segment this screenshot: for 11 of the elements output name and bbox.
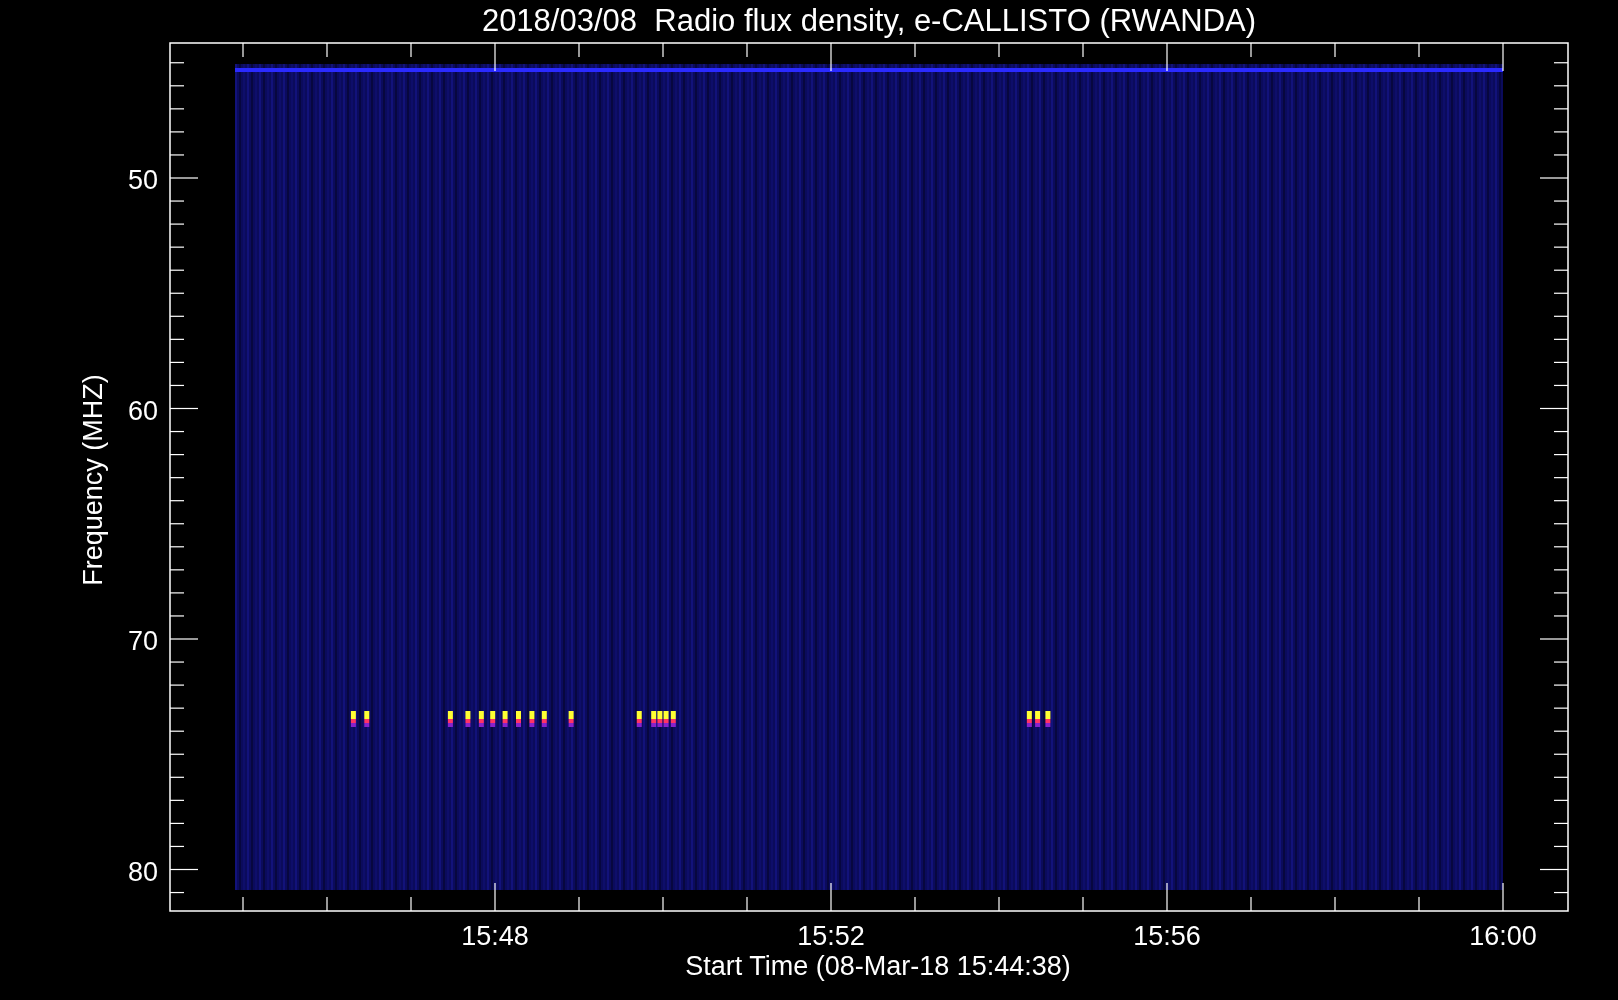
tick-label: 15:56	[1133, 921, 1201, 951]
tick-label: 70	[127, 626, 158, 656]
axis-label: Start Time (08-Mar-18 15:44:38)	[685, 951, 1071, 981]
tick-label: 60	[127, 395, 158, 426]
tick-label: 16:00	[1469, 921, 1537, 951]
chart-title: 2018/03/08 Radio flux density, e-CALLISTO (RWANDA)	[481, 3, 1257, 38]
tick-label: 15:48	[461, 921, 529, 951]
axis-label: Frequency (MHZ)	[78, 374, 108, 586]
tick-label: 15:52	[797, 921, 865, 951]
tick-label: 50	[127, 165, 158, 195]
tick-label: 80	[127, 856, 158, 887]
